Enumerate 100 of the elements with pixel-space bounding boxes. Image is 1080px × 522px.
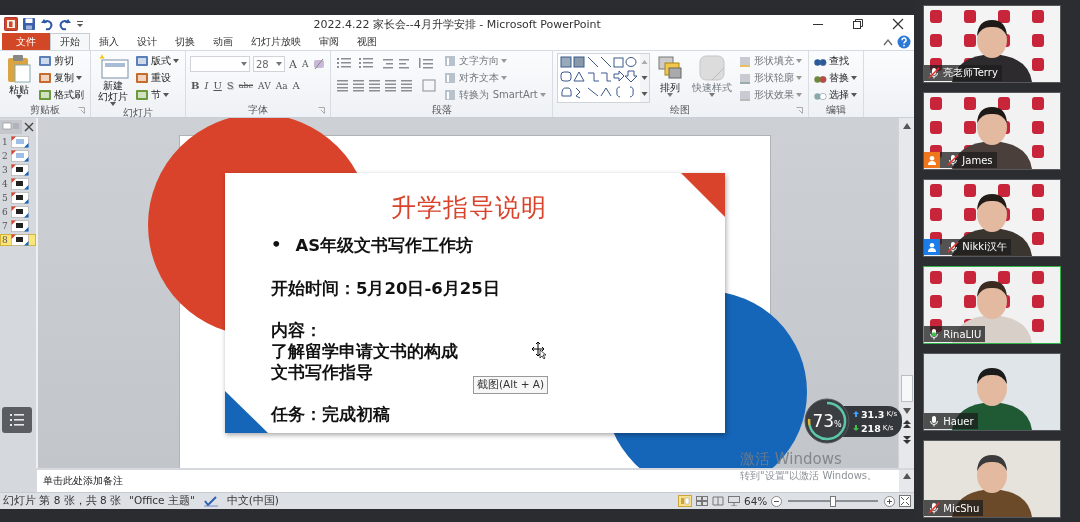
format-button[interactable]: A	[291, 80, 301, 91]
format-button[interactable]: B	[190, 80, 201, 91]
format-button[interactable]: S	[225, 80, 235, 91]
scroll-down-icon[interactable]	[902, 408, 911, 414]
slide-thumbnail[interactable]: 8	[0, 234, 36, 246]
slide-preview-icon	[11, 164, 29, 176]
muted-mic-icon[interactable]	[947, 241, 960, 253]
redo-icon[interactable]	[58, 17, 72, 31]
previous-slide-icon[interactable]	[902, 420, 911, 429]
group-label: 剪贴板	[30, 104, 60, 117]
slide-preview-icon	[11, 220, 29, 232]
ribbon-tab[interactable]: 插入	[90, 33, 128, 50]
caret-icon[interactable]	[241, 62, 247, 66]
format-button[interactable]: abc	[237, 81, 255, 90]
slide-thumbnail[interactable]: 7	[0, 220, 36, 232]
customize-caret-icon[interactable]	[76, 19, 84, 29]
slide-thumbnail[interactable]: 1	[0, 136, 36, 148]
ribbon-button[interactable]: 选择	[812, 87, 859, 102]
slide-thumbnail[interactable]: 6	[0, 206, 36, 218]
clipboard-icon	[6, 54, 32, 84]
font-size-button[interactable]: A	[288, 57, 298, 71]
spell-check-icon[interactable]	[202, 495, 219, 507]
app-logo-icon[interactable]	[4, 17, 18, 31]
slide-thumbnail[interactable]: 2	[0, 150, 36, 162]
list-icon[interactable]	[2, 407, 32, 433]
ribbon-button[interactable]: 复制	[38, 70, 86, 85]
zoom-slider[interactable]	[788, 495, 879, 507]
slide-thumbnail[interactable]: 5	[0, 192, 36, 204]
save-icon[interactable]	[22, 17, 36, 31]
caret-icon	[173, 58, 179, 63]
ribbon-tab[interactable]: 幻灯片放映	[242, 33, 310, 50]
ribbon-button[interactable]: 替换	[812, 70, 859, 85]
video-tile[interactable]: MicShu	[923, 440, 1062, 518]
ribbon-button[interactable]: 版式	[135, 53, 181, 68]
next-slide-icon[interactable]	[902, 435, 911, 444]
ribbon-button[interactable]: 新建 幻灯片	[95, 53, 131, 107]
video-tile[interactable]: 亮老师Terry	[923, 5, 1062, 83]
zoom-slider-thumb[interactable]	[830, 496, 837, 507]
ribbon-tab[interactable]: 切换	[166, 33, 204, 50]
ribbon-button[interactable]: 节	[135, 87, 181, 102]
close-icon[interactable]	[24, 122, 34, 132]
ribbon-button[interactable]: 排列	[653, 53, 686, 98]
font-size-field[interactable]: 28	[253, 56, 285, 72]
zoom-in-icon[interactable]	[884, 495, 896, 507]
ribbon-tab[interactable]: 设计	[128, 33, 166, 50]
language[interactable]: 中文(中国)	[226, 494, 279, 508]
ribbon-tab[interactable]: 动画	[204, 33, 242, 50]
collapse-ribbon-icon[interactable]	[883, 37, 894, 46]
ribbon-button[interactable]: 格式刷	[38, 87, 86, 102]
format-button[interactable]: Aa	[274, 80, 289, 91]
text-box-icon	[443, 53, 458, 68]
video-tile[interactable]: Hauer	[923, 353, 1062, 431]
shapes-gallery[interactable]	[556, 53, 650, 103]
zoom-percent[interactable]: 64%	[743, 495, 768, 507]
caret-icon[interactable]	[276, 62, 282, 66]
ribbon-button[interactable]: 查找	[812, 53, 859, 68]
eraser-icon[interactable]	[312, 57, 327, 71]
ribbon-tab[interactable]: 开始	[50, 33, 90, 50]
video-tile[interactable]: James	[923, 92, 1062, 170]
command-icon	[135, 87, 149, 102]
slideshow-icon[interactable]	[727, 496, 740, 506]
format-button[interactable]: I	[203, 80, 210, 91]
video-tile[interactable]: Nikki汉午	[923, 179, 1062, 257]
help-icon[interactable]	[897, 34, 912, 49]
format-button[interactable]: U	[212, 80, 223, 91]
font-size-button[interactable]: A	[300, 59, 310, 69]
font-name-field[interactable]	[190, 56, 250, 72]
scroll-up-icon[interactable]	[902, 123, 911, 129]
slide-thumbnail[interactable]: 3	[0, 164, 36, 176]
caret-icon	[501, 75, 508, 80]
undo-icon[interactable]	[40, 17, 54, 31]
ribbon-tab[interactable]: 视图	[348, 33, 386, 50]
caret-icon	[850, 92, 857, 97]
scroll-thumb[interactable]	[900, 375, 913, 402]
caret-icon	[16, 95, 22, 99]
gauge-unit: %	[834, 419, 842, 429]
format-button[interactable]: AV	[257, 80, 272, 91]
microphone-icon[interactable]	[928, 328, 941, 340]
fit-to-window-icon[interactable]	[899, 495, 912, 507]
command-icon	[38, 87, 52, 102]
microphone-icon[interactable]	[928, 415, 941, 427]
slide-text: 内容：	[271, 320, 323, 341]
slide-thumbnail[interactable]: 4	[0, 178, 36, 190]
ribbon-tab[interactable]: 审阅	[310, 33, 348, 50]
muted-mic-icon[interactable]	[928, 502, 941, 514]
scroll-up-icon[interactable]	[902, 473, 911, 479]
gallery-scroll-icon[interactable]	[639, 54, 649, 102]
ribbon-button[interactable]: 粘贴	[4, 53, 34, 100]
rounded-square-icon	[697, 54, 726, 82]
download-speed: 218	[861, 422, 881, 434]
muted-mic-icon[interactable]	[928, 67, 941, 79]
video-tile[interactable]: RinaLIU	[923, 266, 1062, 344]
ribbon-tab[interactable]: 文件	[2, 33, 50, 50]
ribbon-button[interactable]: 剪切	[38, 53, 86, 68]
zoom-out-icon[interactable]	[771, 495, 783, 507]
ribbon-button[interactable]: 重设	[135, 70, 181, 85]
close-icon[interactable]	[892, 18, 905, 30]
sorter-view-icon[interactable]	[695, 496, 708, 506]
muted-mic-icon[interactable]	[947, 154, 960, 166]
restore-icon[interactable]	[852, 18, 865, 30]
